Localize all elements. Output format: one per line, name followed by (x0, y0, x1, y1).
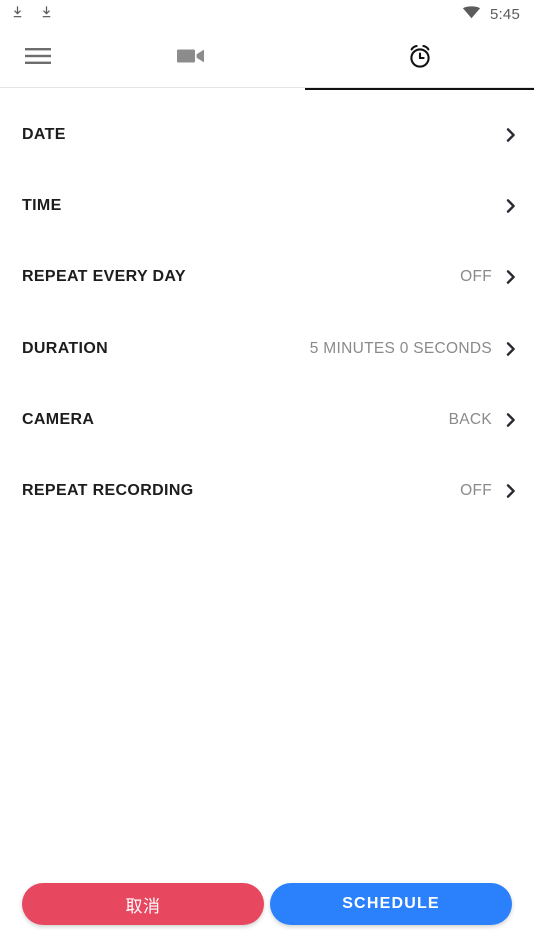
tab-video[interactable] (76, 28, 305, 88)
settings-row-label: DURATION (22, 339, 109, 357)
settings-row-label: TIME (22, 196, 62, 214)
settings-row-label: REPEAT EVERY DAY (22, 268, 186, 286)
alarm-clock-icon (406, 42, 434, 75)
settings-row-date[interactable]: DATE (0, 99, 534, 171)
settings-row-repeat-every-day[interactable]: REPEAT EVERY DAY OFF (0, 241, 534, 313)
status-bar-right-icons: 5:45 (462, 5, 520, 24)
wifi-icon (462, 5, 481, 24)
download-icon (10, 4, 25, 25)
download-icon (39, 4, 54, 25)
chevron-right-icon (502, 411, 520, 429)
settings-row-camera[interactable]: CAMERA BACK (0, 384, 534, 456)
chevron-right-icon (502, 126, 520, 144)
tab-bar (0, 28, 534, 90)
status-bar: 5:45 (0, 0, 534, 28)
settings-row-label: REPEAT RECORDING (22, 482, 194, 500)
chevron-right-icon (502, 197, 520, 215)
settings-row-label: CAMERA (22, 410, 95, 428)
status-bar-clock: 5:45 (490, 5, 520, 23)
video-camera-icon (176, 46, 205, 71)
settings-list: DATE TIME REPEAT EVERY DAY OFF DURATION (0, 99, 534, 527)
chevron-right-icon (502, 268, 520, 286)
settings-row-time[interactable]: TIME (0, 170, 534, 242)
tab-alarm[interactable] (305, 28, 534, 90)
status-bar-left-icons (10, 4, 54, 25)
hamburger-menu-button[interactable] (0, 28, 76, 88)
settings-row-repeat-recording[interactable]: REPEAT RECORDING OFF (0, 455, 534, 527)
settings-row-value: OFF (460, 482, 492, 500)
bottom-button-bar: 取消 SCHEDULE (0, 883, 534, 949)
tab-bar-divider (0, 87, 534, 88)
chevron-right-icon (502, 340, 520, 358)
settings-row-value: OFF (460, 268, 492, 286)
schedule-button[interactable]: SCHEDULE (270, 883, 512, 925)
hamburger-menu-icon (25, 47, 51, 70)
settings-row-value: BACK (448, 410, 492, 428)
settings-row-duration[interactable]: DURATION 5 MINUTES 0 SECONDS (0, 312, 534, 385)
settings-row-label: DATE (22, 125, 66, 143)
cancel-button[interactable]: 取消 (22, 883, 264, 925)
settings-row-value: 5 MINUTES 0 SECONDS (309, 339, 492, 357)
chevron-right-icon (502, 482, 520, 500)
